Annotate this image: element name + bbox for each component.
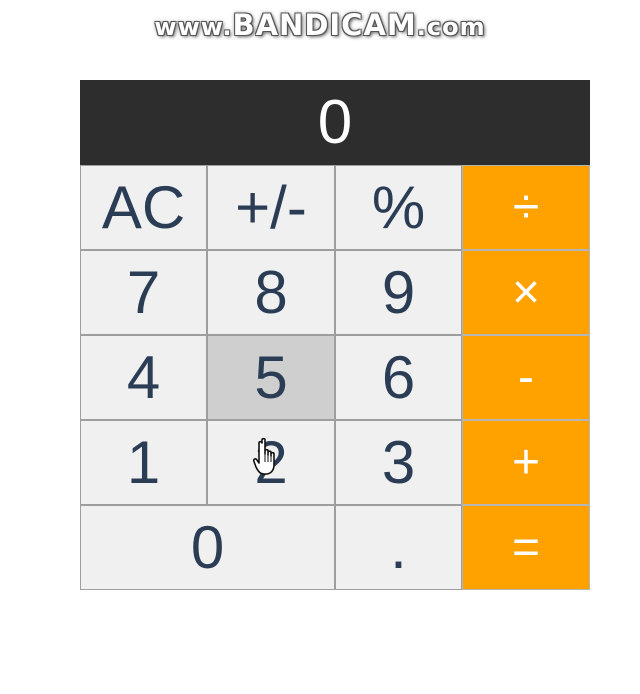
toggle-sign-button[interactable]: +/- — [207, 165, 335, 250]
hand-pointer-icon — [253, 437, 275, 475]
bandicam-watermark: www.BANDICAM.com — [0, 8, 640, 42]
digit-9-button[interactable]: 9 — [335, 250, 462, 335]
watermark-brand: BANDICAM — [232, 8, 417, 42]
percent-button[interactable]: % — [335, 165, 462, 250]
add-button[interactable]: + — [462, 420, 590, 505]
decimal-button[interactable]: . — [335, 505, 462, 590]
digit-7-button[interactable]: 7 — [80, 250, 207, 335]
digit-8-button[interactable]: 8 — [207, 250, 335, 335]
display-value: 0 — [317, 88, 353, 157]
calculator-display: 0 — [80, 80, 590, 165]
calculator: 0 AC +/- % ÷ 7 8 9 × 4 5 6 - 1 2 3 + 0 .… — [80, 80, 590, 590]
divide-button[interactable]: ÷ — [462, 165, 590, 250]
digit-5-button[interactable]: 5 — [207, 335, 335, 420]
digit-1-button[interactable]: 1 — [80, 420, 207, 505]
watermark-suffix: .com — [416, 13, 486, 41]
clear-button[interactable]: AC — [80, 165, 207, 250]
digit-4-button[interactable]: 4 — [80, 335, 207, 420]
digit-3-button[interactable]: 3 — [335, 420, 462, 505]
subtract-button[interactable]: - — [462, 335, 590, 420]
watermark-prefix: www. — [154, 13, 233, 41]
digit-6-button[interactable]: 6 — [335, 335, 462, 420]
digit-0-button[interactable]: 0 — [80, 505, 335, 590]
equals-button[interactable]: = — [462, 505, 590, 590]
multiply-button[interactable]: × — [462, 250, 590, 335]
